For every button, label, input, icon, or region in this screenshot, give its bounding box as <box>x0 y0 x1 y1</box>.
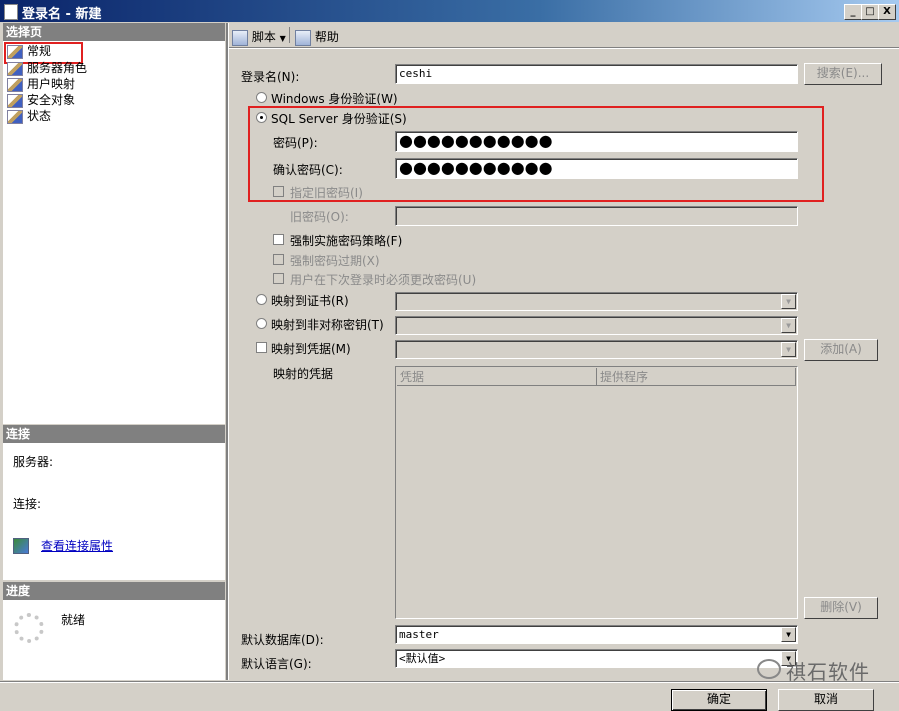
login-name-label: 登录名(N): <box>241 70 300 84</box>
grid-column-credential[interactable]: 凭据 <box>397 368 597 386</box>
page-icon <box>7 77 23 92</box>
confirm-password-input[interactable]: ●●●●●●●●●●● <box>395 158 798 179</box>
grid-column-provider[interactable]: 提供程序 <box>597 368 796 386</box>
help-button[interactable]: 帮助 <box>295 28 339 46</box>
map-credential-dropdown[interactable]: ▼ <box>395 340 798 359</box>
remove-button[interactable]: 删除(V) <box>804 597 878 619</box>
must-change-label: 用户在下次登录时必须更改密码(U) <box>290 273 477 287</box>
map-asym-key-label: 映射到非对称密钥(T) <box>271 318 384 332</box>
script-label: 脚本 <box>251 30 276 44</box>
map-asym-key-dropdown[interactable]: ▼ <box>395 316 798 335</box>
confirm-password-label: 确认密码(C): <box>273 163 343 177</box>
script-icon <box>232 29 248 46</box>
progress-status: 就绪 <box>61 613 86 627</box>
enforce-expiration-label: 强制密码过期(X) <box>290 254 380 268</box>
specify-old-password-label: 指定旧密码(I) <box>290 186 363 200</box>
close-button[interactable]: X <box>878 4 896 20</box>
page-item-securables[interactable]: 安全对象 <box>7 92 75 108</box>
map-credential-label: 映射到凭据(M) <box>271 342 351 356</box>
progress-spinner-icon <box>14 613 44 643</box>
page-icon <box>7 44 23 59</box>
search-button[interactable]: 搜索(E)... <box>804 63 882 85</box>
page-item-label: 用户映射 <box>27 77 76 91</box>
page-icon <box>7 109 23 124</box>
server-label: 服务器: <box>13 455 54 469</box>
window-title: 登录名 - 新建 <box>22 7 102 22</box>
toolbar-bottom-border <box>229 47 899 49</box>
windows-auth-radio[interactable] <box>256 92 267 103</box>
default-db-label: 默认数据库(D): <box>241 633 324 647</box>
page-item-label: 常规 <box>27 44 52 58</box>
connection-header: 连接 <box>3 425 225 443</box>
page-icon <box>7 61 23 76</box>
maximize-button[interactable]: □ <box>861 4 879 20</box>
minimize-button[interactable]: _ <box>844 4 862 20</box>
enforce-policy-label: 强制实施密码策略(F) <box>290 234 403 248</box>
default-db-dropdown[interactable]: master ▼ <box>395 625 798 644</box>
footer-divider <box>0 681 899 683</box>
login-name-input[interactable]: ceshi <box>395 64 798 84</box>
add-button[interactable]: 添加(A) <box>804 339 878 361</box>
page-item-label: 安全对象 <box>27 93 76 107</box>
page-item-label: 状态 <box>27 109 52 123</box>
map-cert-dropdown[interactable]: ▼ <box>395 292 798 311</box>
sql-auth-radio[interactable] <box>256 112 267 123</box>
toolbar-separator <box>289 27 290 43</box>
page-item-general[interactable]: 常规 <box>7 43 51 59</box>
old-password-input[interactable] <box>395 206 798 226</box>
script-button[interactable]: 脚本 ▼ <box>232 28 286 46</box>
cancel-button[interactable]: 取消 <box>778 689 874 711</box>
chevron-down-icon: ▼ <box>781 627 796 642</box>
mapped-credentials-grid[interactable]: 凭据 提供程序 <box>395 366 798 619</box>
chevron-down-icon: ▼ <box>781 342 796 357</box>
map-cert-radio[interactable] <box>256 294 267 305</box>
must-change-checkbox[interactable] <box>273 273 284 284</box>
page-item-user-mapping[interactable]: 用户映射 <box>7 76 75 92</box>
help-label: 帮助 <box>314 30 339 44</box>
window-icon <box>4 4 18 20</box>
map-asym-key-radio[interactable] <box>256 318 267 329</box>
page-icon <box>7 93 23 108</box>
pane-divider <box>226 23 229 680</box>
chevron-down-icon: ▼ <box>279 34 286 43</box>
progress-header: 进度 <box>3 582 225 600</box>
sql-auth-label: SQL Server 身份验证(S) <box>271 112 407 126</box>
default-db-value: master <box>399 628 439 641</box>
title-bar: 登录名 - 新建 _ □ X <box>0 0 899 22</box>
default-lang-dropdown[interactable]: <默认值> ▼ <box>395 649 798 668</box>
page-item-status[interactable]: 状态 <box>7 108 51 124</box>
wechat-icon <box>757 659 781 679</box>
help-icon <box>295 29 311 46</box>
old-password-label: 旧密码(O): <box>290 210 349 224</box>
page-item-label: 服务器角色 <box>27 61 88 75</box>
connection-label: 连接: <box>13 497 42 511</box>
view-connection-properties-link[interactable]: 查看连接属性 <box>41 537 113 554</box>
ok-button[interactable]: 确定 <box>671 689 767 711</box>
map-credential-checkbox[interactable] <box>256 342 267 353</box>
specify-old-password-checkbox[interactable] <box>273 186 284 197</box>
chevron-down-icon: ▼ <box>781 294 796 309</box>
enforce-policy-checkbox[interactable] <box>273 234 284 245</box>
page-item-server-roles[interactable]: 服务器角色 <box>7 60 87 76</box>
default-lang-label: 默认语言(G): <box>241 657 312 671</box>
password-input[interactable]: ●●●●●●●●●●● <box>395 131 798 152</box>
default-lang-value: <默认值> <box>399 652 446 665</box>
select-page-header: 选择页 <box>3 23 225 41</box>
chevron-down-icon: ▼ <box>781 318 796 333</box>
connection-properties-icon <box>13 538 29 554</box>
mapped-credentials-label: 映射的凭据 <box>273 367 334 381</box>
windows-auth-label: Windows 身份验证(W) <box>271 92 398 106</box>
map-cert-label: 映射到证书(R) <box>271 294 349 308</box>
password-label: 密码(P): <box>273 136 318 150</box>
enforce-expiration-checkbox[interactable] <box>273 254 284 265</box>
